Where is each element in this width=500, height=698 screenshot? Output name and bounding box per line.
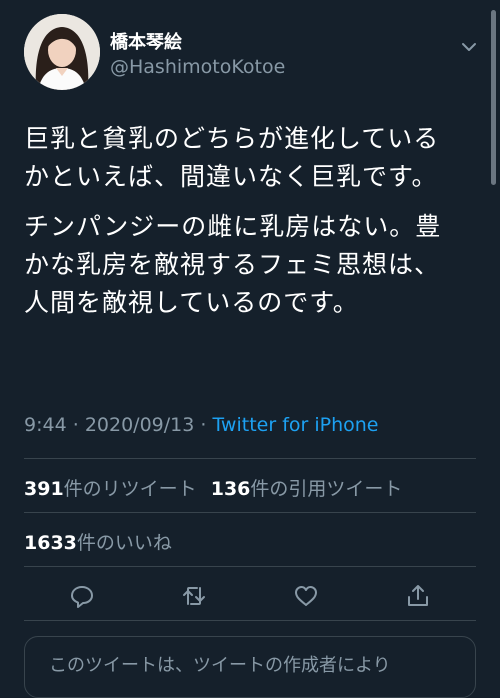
tweet-paragraph: チンパンジーの雌に乳房はない。豊かな乳房を敵視するフェミ思想は、人間を敵視してい… [24,212,442,317]
tweet-header: 橋本琴絵 @HashimotoKotoe [24,14,480,94]
tweet-time: 9:44 [24,414,67,436]
tweet-paragraph: 巨乳と貧乳のどちらが進化しているかといえば、間違いなく巨乳です。 [24,124,440,191]
tweet-source-link[interactable]: Twitter for iPhone [212,414,378,436]
retweets-label: 件のリツイート [63,478,197,500]
likes-label: 件のいいね [76,532,172,554]
quotes-link[interactable]: 136件の引用ツイート [211,478,403,500]
scrollbar[interactable] [491,10,496,185]
reply-notice-text: このツイートは、ツイートの作成者により [49,655,391,676]
tweet-text: 巨乳と貧乳のどちらが進化しているかといえば、間違いなく巨乳です。 チンパンジーの… [24,120,464,334]
likes-count: 1633 [24,532,77,554]
like-icon[interactable] [292,582,320,610]
quotes-count: 136 [210,478,251,500]
retweet-stats: 391件のリツイート 136件の引用ツイート [24,474,402,501]
retweets-link[interactable]: 391件のリツイート [24,478,197,500]
meta-separator: · [200,414,207,436]
divider [24,512,476,513]
quotes-label: 件の引用ツイート [250,478,403,500]
retweet-icon[interactable] [180,582,208,610]
display-name[interactable]: 橋本琴絵 [110,28,182,54]
reply-restriction-notice: このツイートは、ツイートの作成者により [24,636,476,698]
reply-icon[interactable] [68,582,96,610]
share-icon[interactable] [404,582,432,610]
tweet-meta: 9:44 · 2020/09/13 · Twitter for iPhone [24,414,379,436]
meta-separator: · [72,414,79,436]
divider [24,620,476,621]
action-bar [0,576,500,616]
likes-stats[interactable]: 1633件のいいね [24,528,172,555]
user-handle[interactable]: @HashimotoKotoe [110,56,285,78]
chevron-down-icon[interactable] [458,36,480,58]
divider [24,458,476,459]
avatar[interactable] [24,14,100,90]
tweet-date: 2020/09/13 [84,414,195,436]
retweets-count: 391 [24,478,64,500]
divider [24,566,476,567]
